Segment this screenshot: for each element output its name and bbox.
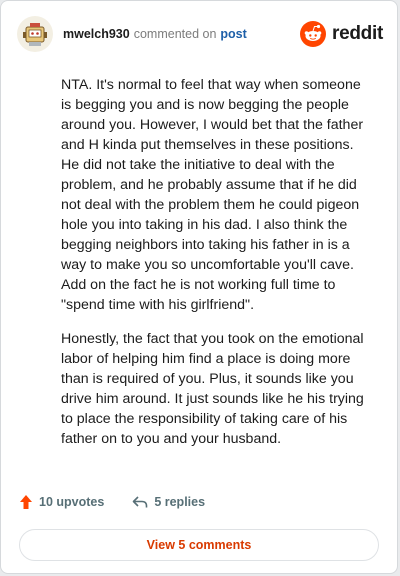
username-link[interactable]: mwelch930: [63, 27, 130, 41]
commented-on-text: commented on: [133, 27, 217, 41]
comment-actions: 10 upvotes 5 replies: [19, 494, 205, 510]
comment-body: NTA. It's normal to feel that way when s…: [61, 75, 373, 463]
reply-count: 5 replies: [154, 495, 206, 509]
comment-card: mwelch930 commented on post reddit NTA. …: [0, 0, 398, 574]
reddit-brand[interactable]: reddit: [300, 21, 383, 47]
reddit-logo-icon: [300, 21, 327, 47]
post-link[interactable]: post: [220, 27, 246, 41]
avatar-robot-icon: [23, 23, 47, 46]
comment-paragraph: Honestly, the fact that you took on the …: [61, 331, 364, 447]
reply-arrow-icon: [133, 496, 148, 508]
upvote-arrow-icon: [20, 495, 32, 509]
comment-header: mwelch930 commented on post reddit: [17, 15, 383, 53]
comment-paragraph: NTA. It's normal to feel that way when s…: [61, 77, 364, 313]
upvote-count: 10 upvotes: [39, 495, 105, 509]
comment-meta: mwelch930 commented on post: [63, 27, 247, 41]
avatar[interactable]: [17, 16, 53, 52]
view-comments-button[interactable]: View 5 comments: [19, 529, 379, 561]
replies-button[interactable]: 5 replies: [132, 495, 205, 509]
reddit-wordmark: reddit: [332, 23, 383, 44]
upvote-button[interactable]: 10 upvotes: [19, 494, 104, 510]
